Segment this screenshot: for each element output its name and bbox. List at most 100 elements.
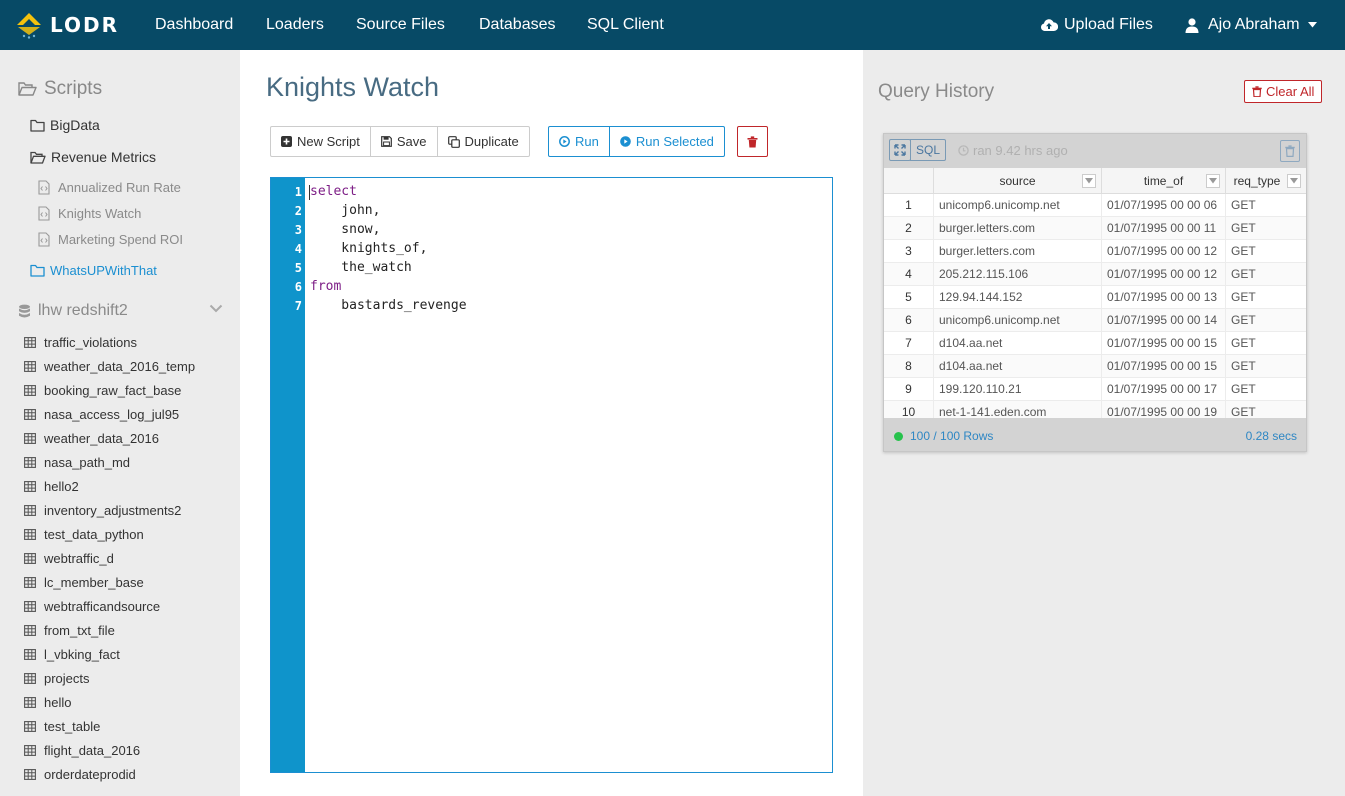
query-history-card: SQL ran 9.42 hrs ago source time_of req_… [883, 133, 1307, 452]
view-sql-button[interactable]: SQL [910, 139, 947, 161]
new-script-button[interactable]: New Script [270, 126, 371, 157]
table-cell: GET [1231, 267, 1256, 281]
folder-label: WhatsUPWithThat [50, 263, 157, 278]
table-item[interactable]: l_vbking_fact [24, 647, 120, 662]
brand-logo[interactable]: LODR [14, 9, 119, 41]
column-header-time-of[interactable]: time_of [1102, 168, 1226, 194]
table-item[interactable]: nasa_access_log_jul95 [24, 407, 179, 422]
run-button[interactable]: Run [548, 126, 610, 157]
code-line[interactable]: snow, [310, 222, 380, 237]
table-row[interactable]: 6 unicomp6.unicomp.net 01/07/1995 00 00 14… [884, 309, 1306, 332]
nav-databases[interactable]: Databases [479, 0, 556, 50]
sql-editor[interactable]: 1 2 3 4 5 6 7 select john, snow, knights_of, t… [270, 177, 833, 773]
table-cell: net-1-141.eden.com [934, 401, 1102, 418]
nav-sql-client[interactable]: SQL Client [587, 0, 664, 50]
table-icon [24, 721, 36, 732]
table-item[interactable]: booking_raw_fact_base [24, 383, 181, 398]
copy-icon [447, 135, 460, 148]
brand-name: LODR [50, 13, 120, 37]
table-row[interactable]: 4 205.212.115.106 01/07/1995 00 00 12 GET [884, 263, 1306, 286]
duplicate-button[interactable]: Duplicate [436, 126, 530, 157]
line-number: 2 [294, 204, 302, 218]
code-line[interactable]: knights_of, [310, 241, 427, 256]
table-row[interactable]: 2 burger.letters.com 01/07/1995 00 00 11 GE… [884, 217, 1306, 240]
table-label: l_vbking_fact [44, 647, 120, 662]
table-cell: 01/07/1995 00 00 12 [1102, 263, 1226, 286]
delete-script-button[interactable] [737, 126, 768, 157]
code-line[interactable]: the_watch [310, 260, 411, 275]
run-selected-button[interactable]: Run Selected [608, 126, 725, 157]
table-row[interactable]: 7 d104.aa.net 01/07/1995 00 00 15 GET [884, 332, 1306, 355]
table-row[interactable]: 9 199.120.110.21 01/07/1995 00 00 17 GET [884, 378, 1306, 401]
table-item[interactable]: nasa_path_md [24, 455, 130, 470]
folder-bigdata[interactable]: BigData [30, 117, 100, 133]
plus-square-icon [281, 136, 292, 147]
script-annualized-run-rate[interactable]: Annualized Run Rate [38, 180, 181, 195]
code-line[interactable]: bastards_revenge [310, 298, 466, 313]
table-row[interactable]: 1 unicomp6.unicomp.net 01/07/1995 00 00 06… [884, 194, 1306, 217]
script-knights-watch[interactable]: Knights Watch [38, 206, 141, 221]
line-number: 3 [294, 223, 302, 237]
nav-source-files[interactable]: Source Files [356, 0, 445, 50]
line-number: 1 [294, 185, 302, 199]
line-number: 5 [294, 261, 302, 275]
table-item[interactable]: traffic_violations [24, 335, 137, 350]
table-item[interactable]: projects [24, 671, 90, 686]
table-row[interactable]: 3 burger.letters.com 01/07/1995 00 00 12 GE… [884, 240, 1306, 263]
table-label: nasa_access_log_jul95 [44, 407, 180, 422]
table-item[interactable]: hello [24, 695, 71, 710]
delete-toolbar [737, 126, 768, 157]
table-cell: GET [1231, 405, 1256, 418]
script-marketing-spend-roi[interactable]: Marketing Spend ROI [38, 232, 183, 247]
table-icon [24, 433, 36, 444]
code-line[interactable]: john, [310, 203, 380, 218]
script-toolbar: New Script Save Duplicate [270, 126, 530, 157]
user-name: Ajo Abraham [1208, 16, 1300, 33]
user-menu[interactable]: Ajo Abraham [1185, 0, 1317, 50]
table-item[interactable]: weather_data_2016_temp [24, 359, 195, 374]
table-item[interactable]: weather_data_2016 [24, 431, 159, 446]
table-item[interactable]: webtrafficandsource [24, 599, 160, 614]
table-item[interactable]: webtraffic_d [24, 551, 114, 566]
line-number: 7 [294, 299, 302, 313]
column-header-source[interactable]: source [934, 168, 1102, 194]
code-line[interactable]: select [310, 184, 357, 199]
table-item[interactable]: hello2 [24, 479, 79, 494]
table-row[interactable]: 10 net-1-141.eden.com 01/07/1995 00 00 19 G… [884, 401, 1306, 418]
table-row[interactable]: 5 129.94.144.152 01/07/1995 00 00 13 GET [884, 286, 1306, 309]
table-item[interactable]: flight_data_2016 [24, 743, 140, 758]
clear-all-button[interactable]: Clear All [1244, 80, 1323, 103]
table-item[interactable]: test_table [24, 719, 100, 734]
folder-icon [30, 264, 45, 277]
nav-dashboard[interactable]: Dashboard [155, 0, 233, 50]
table-item[interactable]: orderdateprodid [24, 767, 136, 782]
chevron-down-icon[interactable] [209, 304, 223, 313]
delete-query-button[interactable] [1280, 140, 1300, 162]
table-label: nasa_path_md [44, 455, 131, 470]
sort-caret-icon[interactable] [1206, 174, 1220, 188]
nav-loaders[interactable]: Loaders [266, 0, 324, 50]
sort-caret-icon[interactable] [1082, 174, 1096, 188]
trash-icon [1252, 86, 1262, 97]
code-line[interactable]: from [310, 279, 341, 294]
upload-files-link[interactable]: Upload Files [1040, 0, 1153, 50]
table-label: weather_data_2016 [44, 431, 159, 446]
table-label: weather_data_2016_temp [44, 359, 196, 374]
page-title: Knights Watch [266, 72, 440, 102]
table-cell: 9 [884, 378, 934, 401]
folder-whatsupwiththat[interactable]: WhatsUPWithThat [30, 263, 157, 278]
table-item[interactable]: test_data_python [24, 527, 144, 542]
database-selector[interactable]: lhw redshift2 [18, 302, 223, 320]
sort-caret-icon[interactable] [1287, 174, 1301, 188]
folder-revenue-metrics[interactable]: Revenue Metrics [30, 149, 156, 165]
table-item[interactable]: lc_member_base [24, 575, 144, 590]
table-row[interactable]: 8 d104.aa.net 01/07/1995 00 00 15 GET [884, 355, 1306, 378]
table-label: from_txt_file [44, 623, 115, 638]
save-button[interactable]: Save [369, 126, 438, 157]
column-header-req-type[interactable]: req_type [1226, 168, 1306, 194]
ran-time-label: ran 9.42 hrs ago [973, 143, 1068, 158]
expand-button[interactable] [889, 139, 911, 161]
code-file-icon [38, 232, 50, 247]
table-item[interactable]: from_txt_file [24, 623, 115, 638]
table-item[interactable]: inventory_adjustments2 [24, 503, 181, 518]
